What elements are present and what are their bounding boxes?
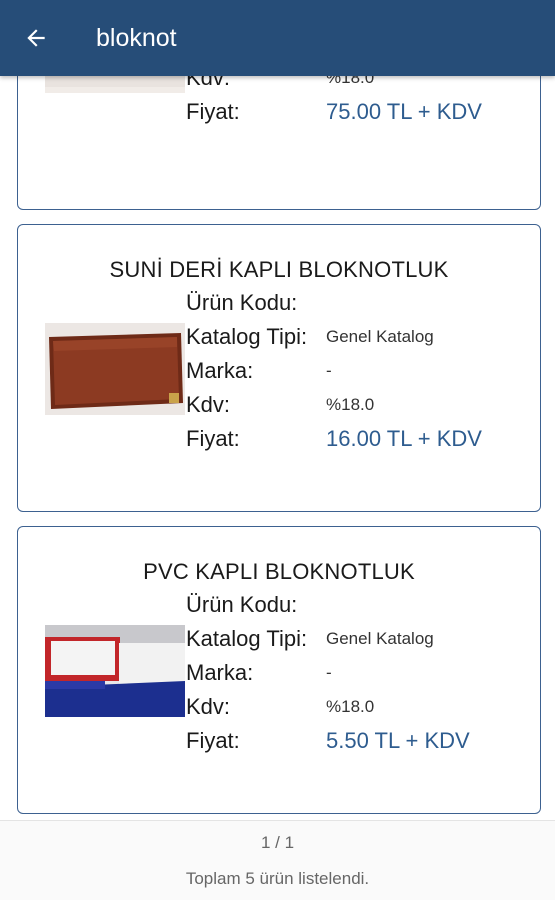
katalog-tipi-label: Katalog Tipi:	[186, 324, 308, 349]
marka-label: Marka:	[186, 358, 254, 383]
katalog-tipi-row: Katalog Tipi: Genel Katalog	[186, 622, 434, 656]
product-name: SUNİ DERİ KAPLI BLOKNOTLUK	[109, 257, 449, 282]
kdv-value: %18.0	[326, 76, 375, 87]
kdv-value: %18.0	[326, 697, 375, 716]
list-footer: 1 / 1 Toplam 5 ürün listelendi.	[0, 820, 555, 900]
price-row: Fiyat: 16.00 TL + KDV	[186, 422, 482, 456]
kdv-row: Kdv: %18.0	[186, 76, 374, 95]
katalog-tipi-value: Genel Katalog	[326, 629, 434, 648]
price-label: Fiyat:	[186, 728, 240, 753]
product-card[interactable]: Kdv: %18.0 Fiyat: 75.00 TL + KDV	[17, 76, 541, 210]
kdv-label: Kdv:	[186, 392, 231, 417]
page-title: bloknot	[96, 23, 177, 52]
marka-label: Marka:	[186, 660, 254, 685]
price-label: Fiyat:	[186, 426, 240, 451]
urun-kodu-row: Ürün Kodu:	[186, 588, 326, 622]
product-card[interactable]: PVC KAPLI BLOKNOTLUK Ürün Kodu: Katalog …	[17, 526, 541, 814]
arrow-left-icon	[27, 29, 45, 47]
katalog-tipi-value: Genel Katalog	[326, 327, 434, 346]
kdv-value: %18.0	[326, 395, 375, 414]
urun-kodu-row: Ürün Kodu:	[186, 286, 326, 320]
price-value: 75.00 TL + KDV	[326, 99, 482, 124]
kdv-row: Kdv: %18.0	[186, 690, 374, 724]
product-list[interactable]: Kdv: %18.0 Fiyat: 75.00 TL + KDV SUNİ DE…	[0, 76, 555, 900]
product-image	[45, 323, 185, 415]
product-name: PVC KAPLI BLOKNOTLUK	[143, 559, 415, 584]
product-card[interactable]: SUNİ DERİ KAPLI BLOKNOTLUK Ürün Kodu: Ka…	[17, 224, 541, 512]
katalog-tipi-row: Katalog Tipi: Genel Katalog	[186, 320, 434, 354]
kdv-label: Kdv:	[186, 76, 231, 90]
urun-kodu-label: Ürün Kodu:	[186, 592, 298, 617]
urun-kodu-label: Ürün Kodu:	[186, 290, 298, 315]
back-button[interactable]	[16, 18, 56, 58]
price-row: Fiyat: 5.50 TL + KDV	[186, 724, 470, 758]
marka-value: -	[326, 663, 332, 682]
total-count: Toplam 5 ürün listelendi.	[185, 869, 370, 888]
marka-row: Marka: -	[186, 656, 332, 690]
kdv-row: Kdv: %18.0	[186, 388, 374, 422]
app-bar: bloknot	[0, 0, 555, 76]
product-image	[45, 625, 185, 717]
marka-row: Marka: -	[186, 354, 332, 388]
price-label: Fiyat:	[186, 99, 240, 124]
pager-indicator: 1 / 1	[260, 833, 295, 852]
katalog-tipi-label: Katalog Tipi:	[186, 626, 308, 651]
kdv-label: Kdv:	[186, 694, 231, 719]
price-row: Fiyat: 75.00 TL + KDV	[186, 95, 482, 129]
marka-value: -	[326, 361, 332, 380]
price-value: 16.00 TL + KDV	[326, 426, 482, 451]
product-image	[45, 76, 185, 93]
price-value: 5.50 TL + KDV	[326, 728, 470, 753]
